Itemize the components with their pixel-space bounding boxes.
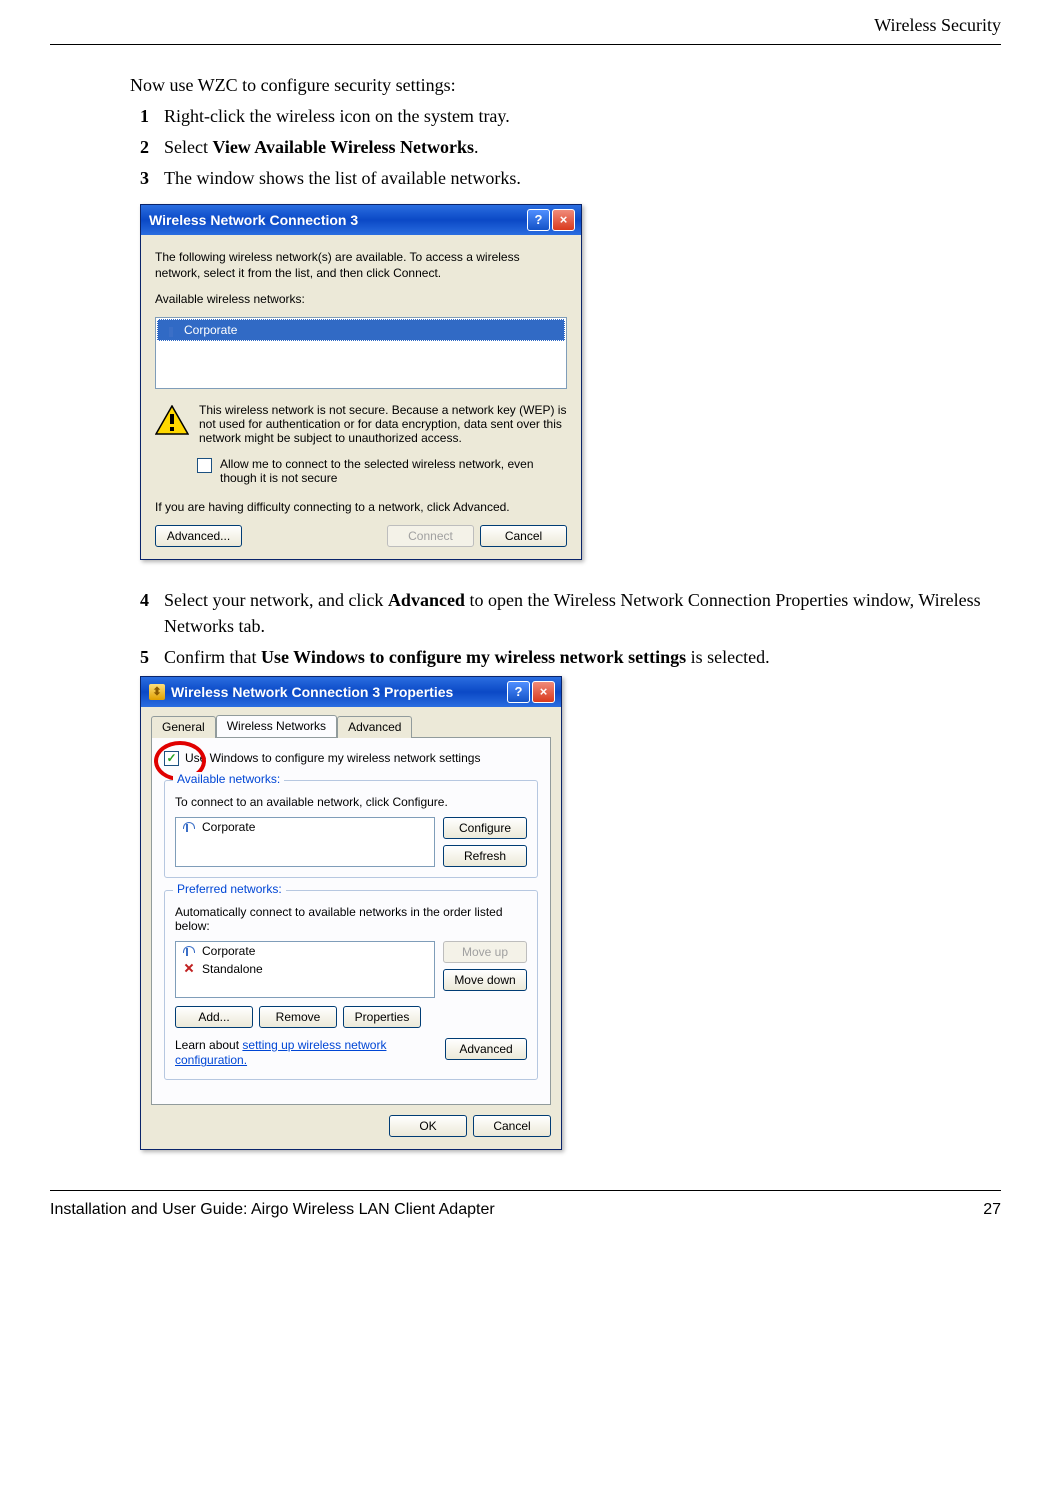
move-up-button: Move up — [443, 941, 527, 963]
available-list[interactable]: Corporate — [175, 817, 435, 867]
preferred-item-standalone[interactable]: Standalone — [176, 960, 434, 978]
close-button[interactable]: × — [532, 681, 555, 703]
available-item-corporate[interactable]: Corporate — [176, 818, 434, 836]
properties-button[interactable]: Properties — [343, 1006, 421, 1028]
available-networks-label: Available wireless networks: — [155, 291, 567, 307]
add-button[interactable]: Add... — [175, 1006, 253, 1028]
network-item-corporate[interactable]: Corporate — [157, 319, 565, 341]
difficulty-text: If you are having difficulty connecting … — [155, 499, 567, 515]
connection-properties-dialog: ⬍ Wireless Network Connection 3 Properti… — [140, 676, 562, 1150]
help-button[interactable]: ? — [527, 209, 550, 231]
step-num: 1 — [140, 104, 164, 129]
dialog-title: Wireless Network Connection 3 Properties — [171, 684, 505, 700]
step-text: The window shows the list of available n… — [164, 166, 1001, 191]
warning-text: This wireless network is not secure. Bec… — [199, 403, 567, 445]
warning-icon — [155, 405, 189, 435]
step-1: 1 Right-click the wireless icon on the s… — [140, 104, 1001, 129]
step-text: Select your network, and click Advanced … — [164, 588, 1001, 638]
signal-icon — [182, 944, 196, 958]
page-footer: Installation and User Guide: Airgo Wirel… — [50, 1190, 1001, 1219]
cancel-button[interactable]: Cancel — [473, 1115, 551, 1137]
configure-button[interactable]: Configure — [443, 817, 527, 839]
connect-button: Connect — [387, 525, 474, 547]
learn-text: Learn about setting up wireless network … — [175, 1038, 445, 1069]
preferred-list[interactable]: Corporate Standalone — [175, 941, 435, 998]
network-name: Standalone — [202, 962, 263, 976]
allow-connect-label: Allow me to connect to the selected wire… — [220, 457, 567, 485]
group-title: Preferred networks: — [173, 882, 286, 896]
window-icon: ⬍ — [149, 684, 165, 700]
advanced-tab-button[interactable]: Advanced — [445, 1038, 527, 1060]
available-networks-group: Available networks: To connect to an ava… — [164, 780, 538, 878]
advanced-button[interactable]: Advanced... — [155, 525, 242, 547]
tab-wireless-networks[interactable]: Wireless Networks — [216, 715, 337, 737]
ok-button[interactable]: OK — [389, 1115, 467, 1137]
preferred-networks-group: Preferred networks: Automatically connec… — [164, 890, 538, 1080]
wireless-connection-dialog: Wireless Network Connection 3 ? × The fo… — [140, 204, 582, 561]
step-num: 4 — [140, 588, 164, 638]
tab-strip: General Wireless Networks Advanced — [141, 707, 561, 737]
close-button[interactable]: × — [552, 209, 575, 231]
allow-connect-checkbox[interactable] — [197, 458, 212, 473]
tab-panel: Use Windows to configure my wireless net… — [151, 737, 551, 1105]
tab-advanced[interactable]: Advanced — [337, 716, 412, 738]
move-down-button[interactable]: Move down — [443, 969, 527, 991]
group-title: Available networks: — [173, 772, 284, 786]
titlebar[interactable]: ⬍ Wireless Network Connection 3 Properti… — [141, 677, 561, 707]
network-name: Corporate — [202, 944, 255, 958]
dialog-title: Wireless Network Connection 3 — [149, 212, 525, 228]
page-number: 27 — [983, 1201, 1001, 1219]
step-5: 5 Confirm that Use Windows to configure … — [140, 645, 1001, 670]
step-num: 3 — [140, 166, 164, 191]
titlebar[interactable]: Wireless Network Connection 3 ? × — [141, 205, 581, 235]
dialog-description: The following wireless network(s) are av… — [155, 249, 567, 281]
step-num: 5 — [140, 645, 164, 670]
step-num: 2 — [140, 135, 164, 160]
refresh-button[interactable]: Refresh — [443, 845, 527, 867]
step-3: 3 The window shows the list of available… — [140, 166, 1001, 191]
group-description: To connect to an available network, clic… — [175, 795, 527, 809]
use-windows-checkbox[interactable] — [164, 751, 179, 766]
network-name: Corporate — [184, 323, 237, 337]
step-4: 4 Select your network, and click Advance… — [140, 588, 1001, 638]
step-2: 2 Select View Available Wireless Network… — [140, 135, 1001, 160]
use-windows-label: Use Windows to configure my wireless net… — [185, 751, 480, 765]
antenna-icon — [164, 323, 178, 337]
help-button[interactable]: ? — [507, 681, 530, 703]
cancel-button[interactable]: Cancel — [480, 525, 567, 547]
remove-button[interactable]: Remove — [259, 1006, 337, 1028]
network-name: Corporate — [202, 820, 255, 834]
footer-title: Installation and User Guide: Airgo Wirel… — [50, 1201, 495, 1219]
step-text: Confirm that Use Windows to configure my… — [164, 645, 1001, 670]
tab-general[interactable]: General — [151, 716, 216, 738]
group-description: Automatically connect to available netwo… — [175, 905, 527, 933]
intro-text: Now use WZC to configure security settin… — [130, 75, 1001, 96]
signal-icon — [182, 820, 196, 834]
network-list[interactable]: Corporate — [155, 317, 567, 389]
step-text: Select View Available Wireless Networks. — [164, 135, 1001, 160]
preferred-item-corporate[interactable]: Corporate — [176, 942, 434, 960]
step-text: Right-click the wireless icon on the sys… — [164, 104, 1001, 129]
page-header-section: Wireless Security — [50, 10, 1001, 45]
x-icon — [182, 962, 196, 976]
